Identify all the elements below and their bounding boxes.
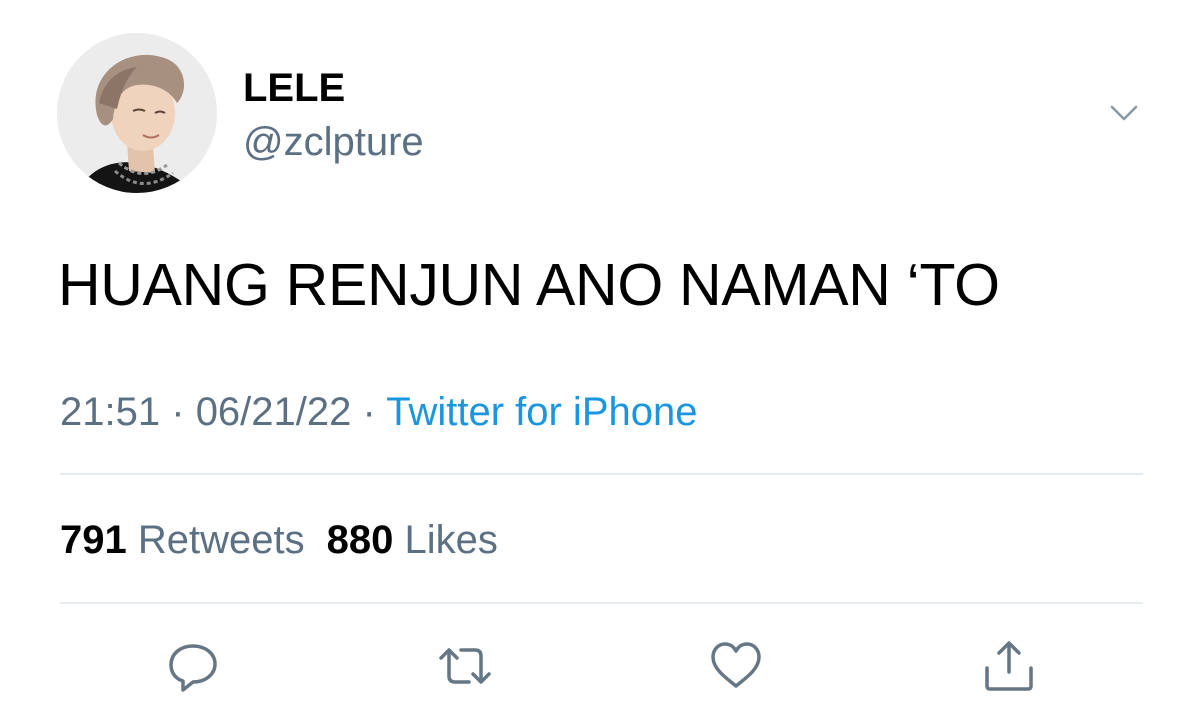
tweet-time: 21:51: [60, 390, 161, 434]
heart-icon: [711, 642, 761, 688]
reply-button[interactable]: [165, 638, 221, 694]
tweet-date: 06/21/22: [195, 390, 352, 434]
tweet-stats: 791 Retweets 880 Likes: [60, 516, 498, 564]
likes-label: Likes: [404, 518, 498, 562]
user-handle[interactable]: @zclpture: [243, 118, 424, 166]
retweets-count: 791: [60, 518, 127, 562]
tweet-meta: 21:51 · 06/21/22 · Twitter for iPhone: [60, 388, 697, 436]
retweets-label: Retweets: [137, 518, 305, 562]
display-name[interactable]: LELE: [243, 64, 345, 112]
likes-stat[interactable]: 880 Likes: [327, 518, 498, 562]
divider: [60, 602, 1143, 604]
share-upload-icon: [985, 641, 1033, 691]
chevron-down-icon[interactable]: [1104, 98, 1144, 130]
retweet-button[interactable]: [437, 638, 493, 694]
like-button[interactable]: [708, 638, 764, 694]
tweet-source-link[interactable]: Twitter for iPhone: [386, 390, 697, 434]
retweet-arrows-icon: [439, 648, 491, 684]
tweet-detail: LELE @zclpture HUANG RENJUN ANO NAMAN ‘T…: [0, 0, 1200, 725]
tweet-text: HUANG RENJUN ANO NAMAN ‘TO: [58, 252, 1000, 318]
meta-separator: ·: [171, 390, 185, 434]
retweets-stat[interactable]: 791 Retweets: [60, 518, 305, 562]
likes-count: 880: [326, 518, 394, 562]
share-button[interactable]: [981, 638, 1037, 694]
meta-separator: ·: [362, 390, 376, 434]
avatar[interactable]: [57, 33, 217, 193]
speech-bubble-icon: [169, 644, 217, 692]
divider: [60, 473, 1143, 475]
avatar-photo: [57, 33, 217, 193]
